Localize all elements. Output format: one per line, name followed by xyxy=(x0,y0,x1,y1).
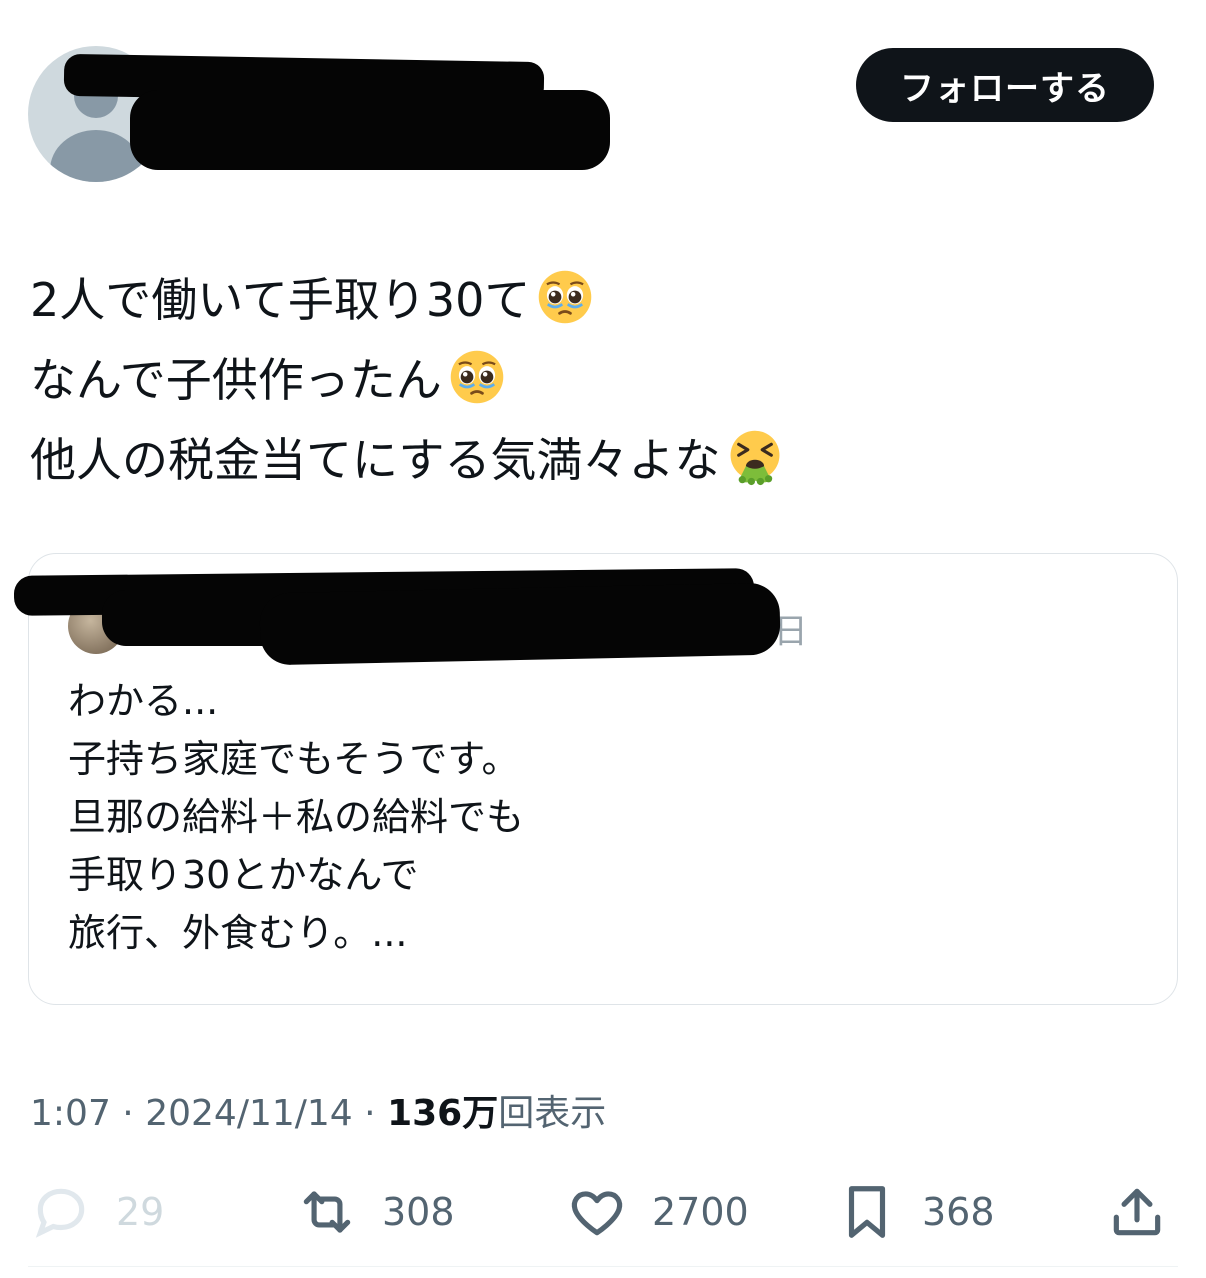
heart-icon xyxy=(571,1191,623,1236)
tweet-line-3: 他人の税金当てにする気満々よな xyxy=(30,420,784,500)
bookmark-button[interactable]: 368 xyxy=(836,1172,995,1252)
share-button[interactable] xyxy=(1106,1172,1168,1252)
like-count: 2700 xyxy=(652,1190,749,1234)
tweet-time[interactable]: 1:07 xyxy=(30,1093,111,1134)
redaction-quoted-author-3 xyxy=(259,582,781,666)
bookmark-icon xyxy=(848,1186,886,1238)
action-bar: 29 308 2700 368 xyxy=(0,1172,1206,1252)
meta-separator: · xyxy=(122,1093,134,1134)
pleading-face-icon xyxy=(450,350,503,404)
reply-icon xyxy=(35,1188,85,1238)
avatar-placeholder-body xyxy=(50,130,142,182)
quoted-tweet-text: わかる... 子持ち家庭でもそうです。 旦那の給料＋私の給料でも 手取り30とか… xyxy=(68,672,524,962)
vomiting-face-icon xyxy=(731,430,780,486)
views-label: 回表示 xyxy=(498,1093,607,1134)
follow-button[interactable]: フォローする xyxy=(856,48,1154,122)
bookmark-count: 368 xyxy=(922,1190,995,1234)
redaction-author-handle xyxy=(130,90,610,170)
tweet-text: 2人で働いて手取り30て なんで子供作ったん 他人の税金当てにする気満々よな xyxy=(30,260,784,500)
reply-count: 29 xyxy=(116,1190,165,1234)
reply-button[interactable]: 29 xyxy=(30,1172,164,1252)
repost-count: 308 xyxy=(382,1190,455,1234)
tweet-line-1-text: 2人で働いて手取り30て xyxy=(30,273,531,327)
quoted-line: 旦那の給料＋私の給料でも xyxy=(68,795,525,839)
repost-icon xyxy=(303,1191,351,1233)
repost-button[interactable]: 308 xyxy=(296,1172,455,1252)
quoted-line: 手取り30とかなんで xyxy=(68,853,419,897)
meta-separator: · xyxy=(364,1093,376,1134)
views-count: 136万 xyxy=(387,1093,499,1134)
tweet-date[interactable]: 2024/11/14 xyxy=(145,1093,353,1134)
divider xyxy=(28,1266,1178,1267)
tweet-line-2: なんで子供作ったん xyxy=(30,340,784,420)
tweet-line-3-text: 他人の税金当てにする気満々よな xyxy=(30,433,721,487)
tweet-meta: 1:07 · 2024/11/14 · 136万回表示 xyxy=(30,1084,606,1136)
tweet-line-1: 2人で働いて手取り30て xyxy=(30,260,784,340)
quoted-line: わかる... xyxy=(68,679,219,723)
pleading-face-icon xyxy=(539,270,592,324)
share-icon xyxy=(1113,1188,1161,1236)
quoted-line: 子持ち家庭でもそうです。 xyxy=(68,737,520,781)
like-button[interactable]: 2700 xyxy=(566,1172,749,1252)
quoted-line: 旅行、外食むり。... xyxy=(68,911,408,955)
tweet-line-2-text: なんで子供作ったん xyxy=(30,353,442,407)
